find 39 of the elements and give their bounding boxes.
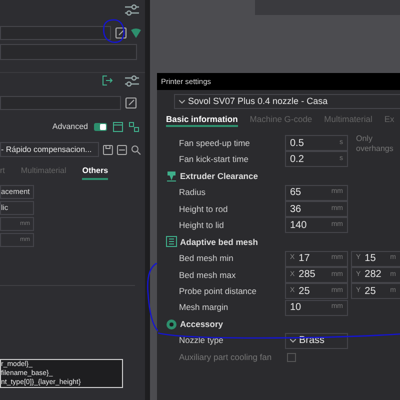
section-title: Accessory: [180, 318, 224, 331]
setting-label: Bed mesh min: [179, 252, 234, 265]
tab[interactable]: Basic information: [166, 113, 238, 127]
setting-label: Height to rod: [179, 202, 229, 216]
extruder-icon: [166, 170, 177, 182]
search-icon[interactable]: [131, 144, 141, 154]
input-field[interactable]: [0, 44, 137, 60]
input-field[interactable]: [0, 26, 111, 40]
chevron-icon: [179, 100, 185, 104]
input-field[interactable]: [0, 96, 121, 110]
setting-label: Nozzle type: [179, 334, 224, 348]
preset-dropdown[interactable]: - Rápido compensacion...: [0, 142, 100, 157]
list-icon: [166, 236, 177, 248]
setting-label: Auxiliary part cooling fan: [179, 350, 273, 364]
sliders-icon[interactable]: [125, 74, 139, 86]
gear-icon: [166, 318, 177, 330]
setting-label: Mesh margin: [179, 301, 230, 314]
edit-icon[interactable]: [125, 97, 137, 109]
note-text: Only overhangs: [356, 134, 394, 154]
save-icon[interactable]: [103, 144, 114, 154]
minus-icon[interactable]: [117, 144, 128, 154]
setting-label: Fan kick-start time: [179, 153, 250, 166]
calendar-icon[interactable]: [113, 122, 123, 132]
printer-dropdown[interactable]: Sovol SV07 Plus 0.4 nozzle - Casa: [174, 94, 400, 109]
compare-icon[interactable]: [129, 122, 139, 132]
edit-icon[interactable]: [115, 27, 127, 39]
setting-label: Height to lid: [179, 218, 225, 232]
section-title: Adaptive bed mesh: [180, 236, 258, 248]
chevron-icon: [290, 338, 296, 343]
setting-label: Bed mesh max: [179, 268, 237, 282]
tab[interactable]: Others: [82, 165, 108, 180]
export-icon[interactable]: [102, 75, 113, 86]
setting-label: Probe point distance: [179, 284, 258, 298]
setting-label: Fan speed-up time: [179, 136, 251, 150]
section-title: Extruder Clearance: [180, 170, 258, 182]
sliders-icon[interactable]: [125, 4, 139, 16]
setting-label: Radius: [179, 186, 206, 200]
advanced-toggle[interactable]: [94, 123, 107, 131]
advanced-label: Advanced: [52, 121, 88, 133]
